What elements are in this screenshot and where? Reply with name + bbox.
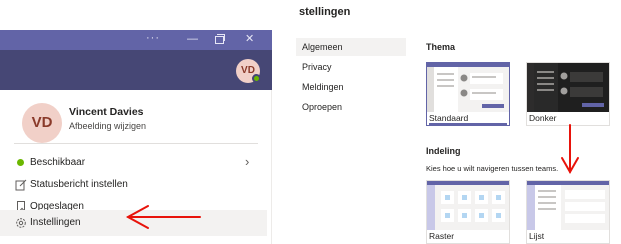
- teams-window: ··· — ✕ VD VD Vincent Davies Afbeelding …: [0, 0, 272, 244]
- theme-option-label: Donker: [529, 113, 557, 123]
- theme-heading: Thema: [426, 42, 456, 52]
- divider: [14, 143, 258, 144]
- nav-item-notifications[interactable]: Meldingen: [296, 78, 406, 96]
- menu-item-label: Beschikbaar: [30, 157, 86, 168]
- menu-item-availability[interactable]: Beschikbaar ›: [0, 152, 267, 174]
- nav-item-calls[interactable]: Oproepen: [296, 98, 406, 116]
- change-picture-link[interactable]: Afbeelding wijzigen: [69, 121, 146, 131]
- menu-item-label: Instellingen: [30, 217, 81, 228]
- gear-icon: [15, 217, 27, 229]
- nav-item-privacy[interactable]: Privacy: [296, 58, 406, 76]
- theme-preview-default: [427, 63, 509, 112]
- app-header-bar: [0, 50, 272, 90]
- profile-avatar[interactable]: VD: [22, 103, 62, 143]
- theme-option-label: Standaard: [429, 113, 507, 125]
- arrow-to-list-layout: [561, 124, 579, 175]
- nav-item-general[interactable]: Algemeen: [296, 38, 406, 56]
- layout-option-label: Raster: [429, 231, 455, 241]
- layout-preview-grid: [427, 181, 509, 230]
- profile-name: Vincent Davies: [69, 106, 144, 118]
- menu-item-status-message[interactable]: Statusbericht instellen: [0, 174, 267, 196]
- close-window-button[interactable]: ✕: [245, 33, 254, 45]
- layout-heading: Indeling: [426, 146, 461, 156]
- more-options-button[interactable]: ···: [146, 32, 160, 44]
- chevron-right-icon: ›: [245, 154, 250, 169]
- profile-menu: VD Vincent Davies Afbeelding wijzigen Be…: [0, 90, 272, 244]
- layout-preview-list: [527, 181, 609, 230]
- minimize-button[interactable]: —: [187, 33, 198, 45]
- menu-item-label: Statusbericht instellen: [30, 179, 128, 190]
- settings-title: stellingen: [299, 6, 351, 18]
- theme-option-default[interactable]: Standaard: [426, 62, 510, 126]
- layout-option-label: Lijst: [529, 231, 545, 241]
- available-dot-icon: [17, 159, 24, 166]
- restore-button[interactable]: [215, 34, 225, 44]
- layout-option-grid[interactable]: Raster: [426, 180, 510, 244]
- layout-option-list[interactable]: Lijst: [526, 180, 610, 244]
- theme-preview-dark: [527, 63, 609, 112]
- menu-item-settings[interactable]: Instellingen: [0, 210, 267, 236]
- presence-available-icon: [252, 74, 261, 83]
- edit-message-icon: [15, 179, 27, 191]
- layout-description: Kies hoe u wilt navigeren tussen teams.: [426, 164, 559, 173]
- theme-option-dark[interactable]: Donker: [526, 62, 610, 126]
- title-bar: ··· — ✕: [0, 30, 272, 50]
